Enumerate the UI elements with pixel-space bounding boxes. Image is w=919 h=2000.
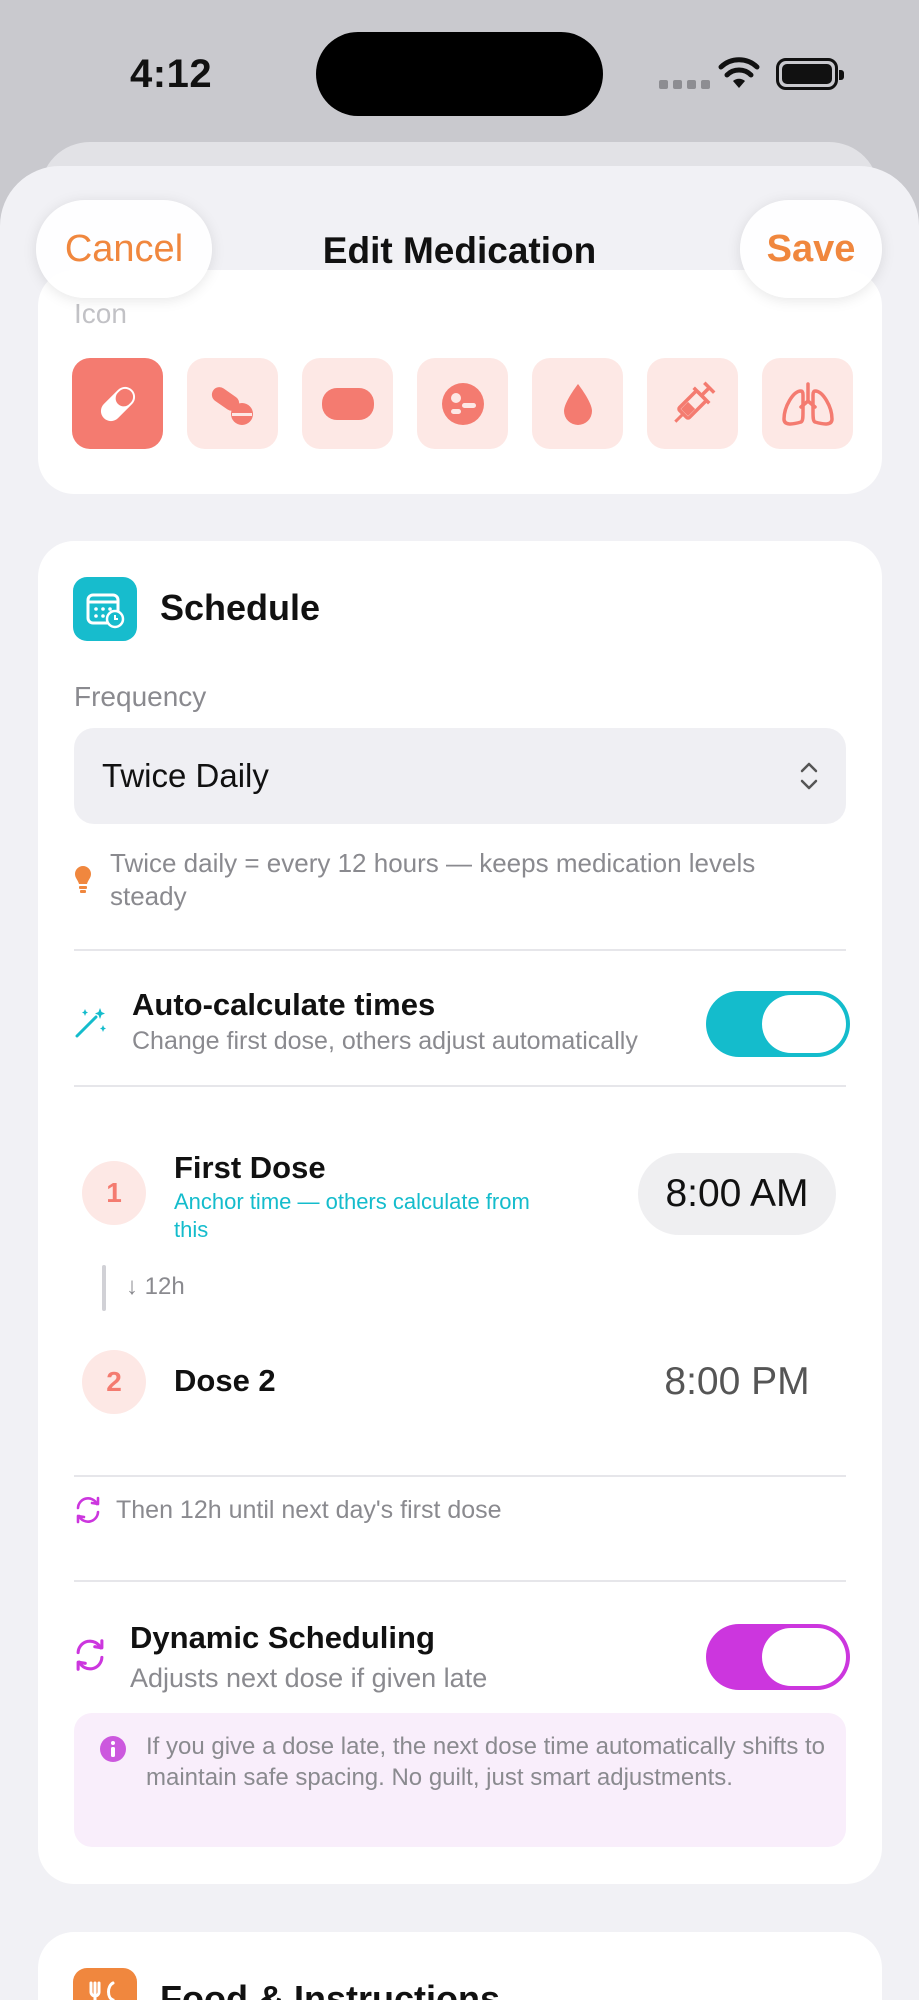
dose-gap-line xyxy=(102,1265,106,1311)
nav-bar: Cancel Edit Medication Save xyxy=(0,200,919,310)
divider xyxy=(74,1580,846,1582)
icon-option-drop[interactable] xyxy=(532,358,623,449)
pills-icon xyxy=(211,386,253,425)
dynamic-scheduling-title: Dynamic Scheduling xyxy=(130,1620,435,1655)
dose-title: First Dose xyxy=(174,1150,326,1185)
frequency-value: Twice Daily xyxy=(102,757,269,794)
schedule-card: Schedule Frequency Twice Daily Twice dai… xyxy=(38,541,882,1884)
dynamic-schedule-icon xyxy=(76,1639,104,1671)
schedule-title: Schedule xyxy=(160,587,321,628)
dose-title: Dose 2 xyxy=(174,1363,276,1398)
lightbulb-icon xyxy=(75,866,91,893)
lungs-icon xyxy=(781,381,834,426)
magic-wand-icon xyxy=(75,1008,106,1038)
divider xyxy=(74,1085,846,1087)
status-time: 4:12 xyxy=(130,52,213,96)
frequency-select[interactable]: Twice Daily xyxy=(74,728,846,824)
gap-value: 12h xyxy=(144,1273,185,1300)
frequency-label: Frequency xyxy=(74,681,207,712)
info-icon xyxy=(100,1736,126,1762)
auto-calculate-toggle[interactable] xyxy=(706,991,850,1057)
icon-option-lungs[interactable] xyxy=(762,358,853,449)
divider xyxy=(74,949,846,951)
wifi-icon xyxy=(718,57,760,88)
dose-subtitle: Anchor time — others calculate from this xyxy=(174,1189,530,1242)
cellular-signal-icon xyxy=(659,80,710,89)
chevron-up-down-icon xyxy=(800,762,818,790)
cycle-note: Then 12h until next day's first dose xyxy=(116,1496,502,1524)
status-bar: 4:12 xyxy=(0,0,919,150)
icon-option-round-pill[interactable] xyxy=(417,358,508,449)
battery-icon xyxy=(776,58,844,90)
dynamic-info-box: If you give a dose late, the next dose t… xyxy=(74,1713,846,1847)
dynamic-island xyxy=(316,32,603,116)
frequency-hint: Twice daily = every 12 hours — keeps med… xyxy=(110,848,756,911)
syringe-icon xyxy=(673,381,715,423)
repeat-cycle-icon xyxy=(76,1496,100,1524)
fork-knife-icon xyxy=(73,1968,137,2000)
save-button[interactable]: Save xyxy=(740,200,882,298)
icon-picker-row xyxy=(72,358,853,449)
divider xyxy=(74,1475,846,1477)
dynamic-scheduling-subtitle: Adjusts next dose if given late xyxy=(130,1663,488,1693)
calendar-clock-icon xyxy=(73,577,137,641)
dynamic-info-text: If you give a dose late, the next dose t… xyxy=(146,1733,826,1791)
first-dose-time-picker[interactable]: 8:00 AM xyxy=(638,1153,836,1235)
round-pill-icon xyxy=(441,382,484,425)
food-instructions-card: Food & Instructions xyxy=(38,1932,882,2000)
icon-option-capsule[interactable] xyxy=(72,358,163,449)
dose-number-badge: 1 xyxy=(82,1161,146,1225)
dose-gap-label: ↓ 12h xyxy=(126,1273,185,1301)
icon-option-syringe[interactable] xyxy=(647,358,738,449)
dose-number-badge: 2 xyxy=(82,1350,146,1414)
dose-2-time: 8:00 PM xyxy=(664,1360,810,1403)
arrow-down-icon: ↓ xyxy=(126,1273,145,1300)
pill-capsule-icon xyxy=(100,386,135,421)
food-instructions-title: Food & Instructions xyxy=(160,1978,500,2000)
icon-option-tablet[interactable] xyxy=(302,358,393,449)
icon-option-pills[interactable] xyxy=(187,358,278,449)
auto-calculate-subtitle: Change first dose, others adjust automat… xyxy=(132,1027,638,1055)
dynamic-scheduling-toggle[interactable] xyxy=(706,1624,850,1690)
auto-calculate-title: Auto-calculate times xyxy=(132,987,436,1022)
drop-icon xyxy=(563,383,592,425)
tablet-icon xyxy=(321,387,374,420)
